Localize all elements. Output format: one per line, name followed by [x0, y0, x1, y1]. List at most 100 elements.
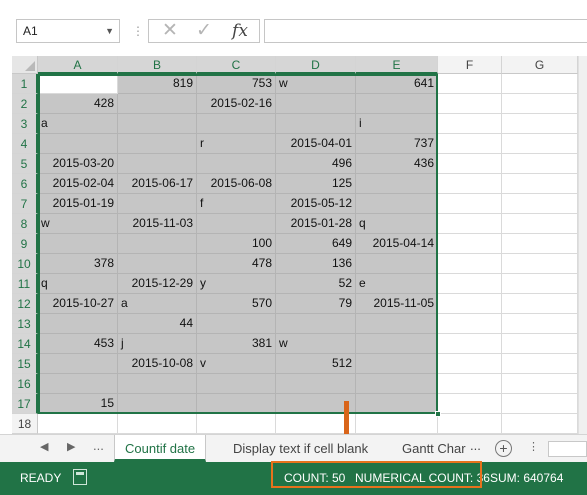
cell-a8[interactable]: w	[38, 214, 118, 234]
cell-g5[interactable]	[502, 154, 578, 174]
cell-f18[interactable]	[438, 414, 502, 434]
tabs-ellipsis-right[interactable]: ...	[470, 438, 481, 453]
cell-e4[interactable]: 737	[356, 134, 438, 154]
more-options-icon[interactable]: ⋮	[528, 440, 539, 453]
column-header-a[interactable]: A	[38, 56, 118, 74]
cell-d9[interactable]: 649	[276, 234, 356, 254]
fill-handle[interactable]	[435, 411, 441, 417]
cell-e8[interactable]: q	[356, 214, 438, 234]
cell-g7[interactable]	[502, 194, 578, 214]
cell-f14[interactable]	[438, 334, 502, 354]
cell-g8[interactable]	[502, 214, 578, 234]
horizontal-scrollbar[interactable]	[548, 441, 587, 457]
cell-g17[interactable]	[502, 394, 578, 414]
cell-e12[interactable]: 2015-11-05	[356, 294, 438, 314]
prev-sheet-icon[interactable]: ◀	[40, 440, 48, 453]
enter-icon[interactable]: ✓	[189, 20, 219, 42]
cell-f1[interactable]	[438, 74, 502, 94]
cell-d11[interactable]: 52	[276, 274, 356, 294]
cell-a1[interactable]	[38, 74, 118, 94]
cell-c18[interactable]	[197, 414, 276, 434]
cell-b5[interactable]	[118, 154, 197, 174]
cell-e10[interactable]	[356, 254, 438, 274]
cell-f10[interactable]	[438, 254, 502, 274]
row-header-6[interactable]: 6	[12, 174, 38, 194]
row-header-12[interactable]: 12	[12, 294, 38, 314]
cell-d15[interactable]: 512	[276, 354, 356, 374]
row-header-11[interactable]: 11	[12, 274, 38, 294]
cell-c7[interactable]: f	[197, 194, 276, 214]
cell-f17[interactable]	[438, 394, 502, 414]
cell-e3[interactable]: i	[356, 114, 438, 134]
cell-e14[interactable]	[356, 334, 438, 354]
cell-d6[interactable]: 125	[276, 174, 356, 194]
row-header-15[interactable]: 15	[12, 354, 38, 374]
cell-b6[interactable]: 2015-06-17	[118, 174, 197, 194]
row-header-16[interactable]: 16	[12, 374, 38, 394]
cell-c15[interactable]: v	[197, 354, 276, 374]
row-header-3[interactable]: 3	[12, 114, 38, 134]
cell-a7[interactable]: 2015-01-19	[38, 194, 118, 214]
cell-a10[interactable]: 378	[38, 254, 118, 274]
insert-function-button[interactable]: fx	[225, 20, 255, 42]
cell-f3[interactable]	[438, 114, 502, 134]
select-all-button[interactable]	[12, 56, 38, 74]
cell-d4[interactable]: 2015-04-01	[276, 134, 356, 154]
cell-c8[interactable]	[197, 214, 276, 234]
cell-g9[interactable]	[502, 234, 578, 254]
cell-d8[interactable]: 2015-01-28	[276, 214, 356, 234]
cell-d16[interactable]	[276, 374, 356, 394]
cell-b2[interactable]	[118, 94, 197, 114]
cell-e7[interactable]	[356, 194, 438, 214]
cell-f6[interactable]	[438, 174, 502, 194]
cell-e9[interactable]: 2015-04-14	[356, 234, 438, 254]
cell-a5[interactable]: 2015-03-20	[38, 154, 118, 174]
cell-b17[interactable]	[118, 394, 197, 414]
tabs-ellipsis-left[interactable]: ...	[93, 438, 104, 453]
column-header-g[interactable]: G	[502, 56, 578, 74]
cell-b18[interactable]	[118, 414, 197, 434]
column-header-f[interactable]: F	[438, 56, 502, 74]
cell-b14[interactable]: j	[118, 334, 197, 354]
cell-b15[interactable]: 2015-10-08	[118, 354, 197, 374]
cell-d7[interactable]: 2015-05-12	[276, 194, 356, 214]
cell-e17[interactable]	[356, 394, 438, 414]
row-header-18[interactable]: 18	[12, 414, 38, 434]
row-header-5[interactable]: 5	[12, 154, 38, 174]
cell-f15[interactable]	[438, 354, 502, 374]
cell-a11[interactable]: q	[38, 274, 118, 294]
cell-b8[interactable]: 2015-11-03	[118, 214, 197, 234]
cell-b9[interactable]	[118, 234, 197, 254]
row-header-14[interactable]: 14	[12, 334, 38, 354]
cancel-icon[interactable]: ✕	[155, 20, 185, 42]
cell-a16[interactable]	[38, 374, 118, 394]
cell-g15[interactable]	[502, 354, 578, 374]
cell-g3[interactable]	[502, 114, 578, 134]
cell-a12[interactable]: 2015-10-27	[38, 294, 118, 314]
cell-a6[interactable]: 2015-02-04	[38, 174, 118, 194]
add-sheet-icon[interactable]: +	[495, 440, 512, 457]
cell-c10[interactable]: 478	[197, 254, 276, 274]
cell-f4[interactable]	[438, 134, 502, 154]
column-header-c[interactable]: C	[197, 56, 276, 74]
cell-g18[interactable]	[502, 414, 578, 434]
cell-b7[interactable]	[118, 194, 197, 214]
cell-a15[interactable]	[38, 354, 118, 374]
cell-c13[interactable]	[197, 314, 276, 334]
cell-c4[interactable]: r	[197, 134, 276, 154]
cell-a13[interactable]	[38, 314, 118, 334]
cell-e13[interactable]	[356, 314, 438, 334]
cell-g4[interactable]	[502, 134, 578, 154]
cell-g12[interactable]	[502, 294, 578, 314]
cell-g13[interactable]	[502, 314, 578, 334]
cell-g10[interactable]	[502, 254, 578, 274]
name-box[interactable]: A1 ▼	[16, 19, 120, 43]
cell-a17[interactable]: 15	[38, 394, 118, 414]
cell-f9[interactable]	[438, 234, 502, 254]
cell-c16[interactable]	[197, 374, 276, 394]
vertical-scrollbar[interactable]	[578, 56, 587, 434]
tab-countif-date[interactable]: Countif date	[114, 435, 207, 462]
chevron-down-icon[interactable]: ▼	[105, 20, 114, 42]
cell-a14[interactable]: 453	[38, 334, 118, 354]
cell-f13[interactable]	[438, 314, 502, 334]
